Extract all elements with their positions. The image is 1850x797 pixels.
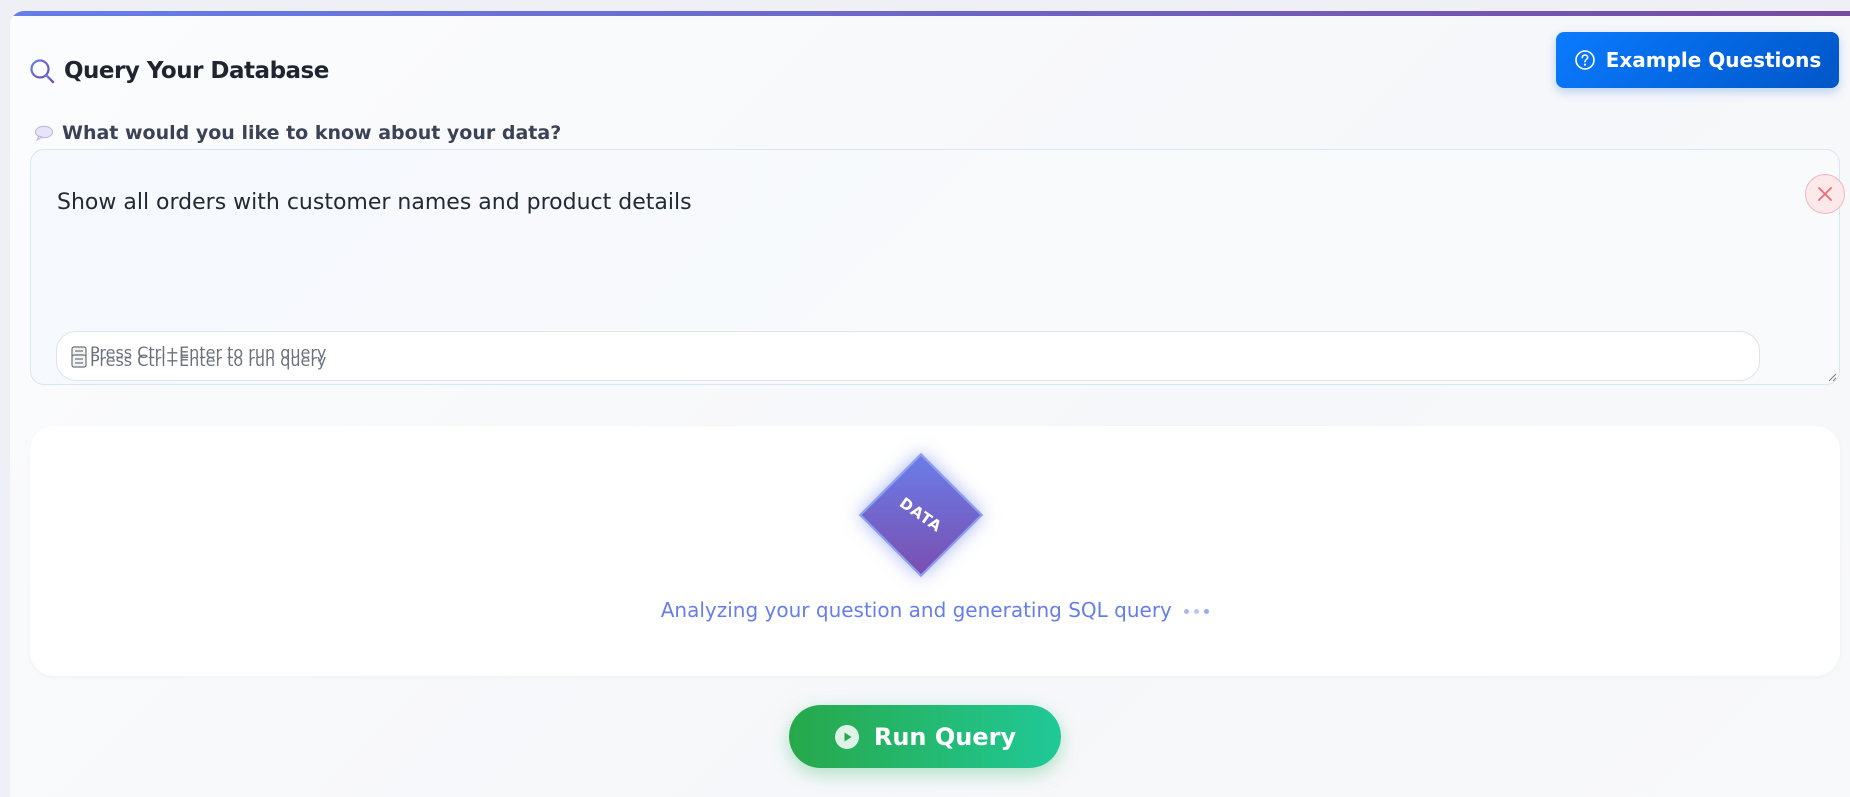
play-icon xyxy=(834,724,859,749)
question-label: What would you like to know about your d… xyxy=(34,122,561,144)
accent-bar xyxy=(10,11,1850,16)
header: Query Your Database xyxy=(28,57,329,85)
close-icon xyxy=(1818,187,1832,201)
example-questions-label: Example Questions xyxy=(1605,48,1822,72)
run-query-label: Run Query xyxy=(873,722,1017,751)
question-circle-icon xyxy=(1574,50,1595,70)
loading-dot xyxy=(1194,609,1200,614)
shortcut-hint-text: Press Ctrl+Enter to run query xyxy=(90,351,327,370)
question-label-text: What would you like to know about your d… xyxy=(62,122,562,144)
resize-handle-icon[interactable] xyxy=(1827,372,1837,382)
data-badge-icon: DATA xyxy=(858,452,984,578)
data-badge-label: DATA xyxy=(896,493,946,537)
shortcut-hint-line-duplicate: Press Ctrl+Enter to run query xyxy=(71,351,326,370)
query-panel: Query Your Database Example Questions Wh… xyxy=(10,11,1850,797)
run-query-button[interactable]: Run Query xyxy=(789,705,1061,768)
speech-bubble-icon xyxy=(35,125,53,141)
loading-dots-icon xyxy=(1184,609,1210,614)
search-icon xyxy=(30,59,55,84)
query-textarea[interactable]: Show all orders with customer names and … xyxy=(30,149,1845,385)
keyboard-icon xyxy=(71,353,87,368)
example-questions-button[interactable]: Example Questions xyxy=(1556,32,1839,88)
shortcut-hint: Press Ctrl+Enter to run query Press Ctrl… xyxy=(56,331,1760,381)
clear-button[interactable] xyxy=(1805,174,1845,214)
loading-message: Analyzing your question and generating S… xyxy=(30,598,1840,622)
loading-message-text: Analyzing your question and generating S… xyxy=(660,598,1172,622)
loading-dot xyxy=(1184,609,1190,614)
page-title: Query Your Database xyxy=(64,58,329,84)
query-input-value: Show all orders with customer names and … xyxy=(57,190,692,215)
loading-card: DATA Analyzing your question and generat… xyxy=(30,426,1840,676)
loading-dot xyxy=(1204,609,1210,614)
